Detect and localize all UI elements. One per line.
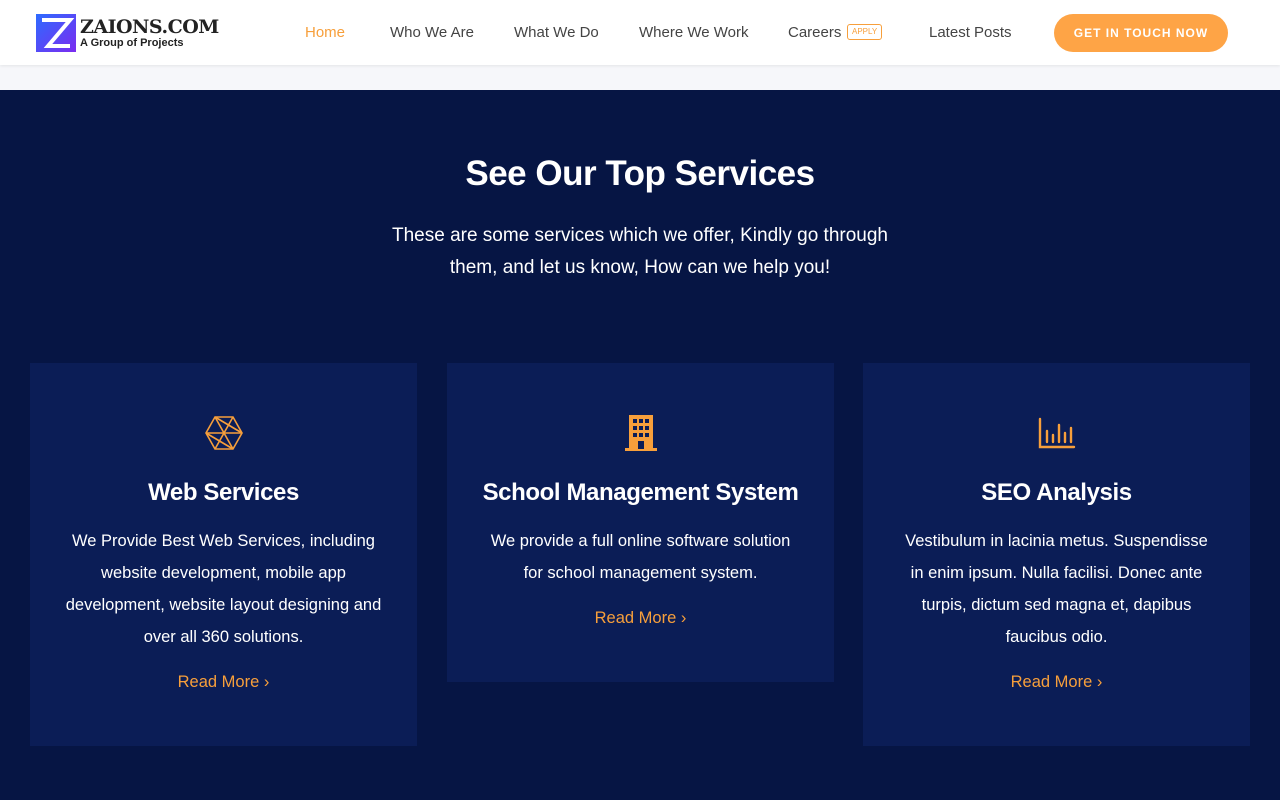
card-title: School Management System: [482, 479, 799, 506]
services-section: See Our Top Services These are some serv…: [0, 90, 1280, 800]
read-more-link[interactable]: Read More ›: [1011, 673, 1103, 692]
section-subtitle: These are some services which we offer, …: [391, 225, 888, 278]
read-more-link[interactable]: Read More ›: [595, 609, 687, 628]
nav-who-we-are[interactable]: Who We Are: [390, 24, 474, 41]
card-title: SEO Analysis: [981, 479, 1132, 506]
bar-chart-icon: [1038, 417, 1075, 449]
nav-where-we-work[interactable]: Where We Work: [639, 24, 748, 41]
section-title: See Our Top Services: [465, 154, 815, 193]
nav-careers[interactable]: Careers: [788, 24, 841, 41]
nav-what-we-do[interactable]: What We Do: [514, 24, 599, 41]
building-icon: [624, 415, 657, 451]
service-card-seo-analysis: SEO Analysis Vestibulum in lacinia metus…: [863, 363, 1250, 746]
nav-latest-posts[interactable]: Latest Posts: [929, 24, 1012, 41]
card-description: We Provide Best Web Services, including …: [65, 532, 382, 646]
get-in-touch-button[interactable]: GET IN TOUCH NOW: [1054, 14, 1228, 52]
service-card-web-services: Web Services We Provide Best Web Service…: [30, 363, 417, 746]
logo-tagline: A Group of Projects: [80, 36, 184, 49]
card-title: Web Services: [148, 479, 299, 506]
service-card-school-management: School Management System We provide a fu…: [447, 363, 834, 682]
hexagon-network-icon: [204, 416, 243, 450]
read-more-link[interactable]: Read More ›: [178, 673, 270, 692]
site-header: ZAIONS.COM A Group of Projects Home Who …: [0, 0, 1280, 65]
logo-name: ZAIONS.COM: [80, 15, 219, 38]
logo[interactable]: ZAIONS.COM A Group of Projects: [36, 14, 219, 52]
logo-z-icon: [36, 14, 76, 52]
card-description: We provide a full online software soluti…: [490, 532, 791, 582]
nav-home[interactable]: Home: [305, 24, 345, 41]
card-description: Vestibulum in lacinia metus. Suspendisse…: [905, 532, 1208, 646]
careers-apply-badge[interactable]: APPLY: [847, 24, 883, 40]
